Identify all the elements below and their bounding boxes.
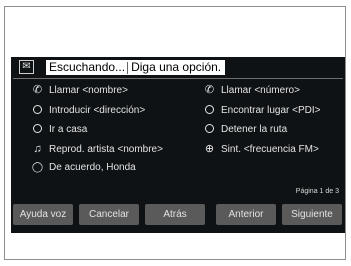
voice-command-screen: ✉ Escuchando... Diga una opción. ✆ Llamar … — [11, 57, 345, 233]
phone-icon: ✆ — [32, 84, 43, 96]
navigation-icon — [203, 102, 216, 118]
navigation-icon — [203, 121, 216, 137]
listening-banner: Escuchando... Diga una opción. — [46, 60, 226, 75]
phone-icon: ✆ — [204, 84, 215, 96]
radio-icon: ⊕ — [204, 143, 215, 155]
next-button[interactable]: Siguiente — [282, 204, 342, 225]
header-divider — [13, 78, 343, 79]
header: ✉ Escuchando... Diga una opción. — [11, 57, 345, 79]
navigation-icon — [31, 121, 44, 137]
command-enter-address[interactable]: Introducir <dirección> — [31, 102, 145, 118]
music-note-icon: ♫ — [33, 143, 42, 155]
navigation-icon — [31, 102, 44, 118]
voice-icon: ◯ — [31, 162, 44, 173]
command-stop-route[interactable]: Detener la ruta — [203, 121, 287, 137]
command-call-name[interactable]: ✆ Llamar <nombre> — [31, 82, 128, 98]
talk-icon: ✉ — [19, 60, 34, 74]
command-go-home[interactable]: Ir a casa — [31, 121, 87, 137]
command-find-place[interactable]: Encontrar lugar <PDI> — [203, 102, 321, 118]
divider — [127, 61, 129, 74]
prompt-text: Diga una opción. — [131, 60, 222, 74]
previous-button[interactable]: Anterior — [216, 204, 276, 225]
voice-help-button[interactable]: Ayuda voz — [13, 204, 73, 225]
command-call-number[interactable]: ✆ Llamar <número> — [203, 82, 300, 98]
back-button[interactable]: Atrás — [145, 204, 205, 225]
page-indicator: Página 1 de 3 — [295, 188, 339, 195]
command-play-artist[interactable]: ♫ Reprod. artista <nombre> — [31, 141, 163, 157]
command-tune-fm[interactable]: ⊕ Sint. <frecuencia FM> — [203, 141, 319, 157]
cancel-button[interactable]: Cancelar — [79, 204, 139, 225]
listening-label: Escuchando... — [49, 60, 126, 74]
command-wake-word[interactable]: ◯ De acuerdo, Honda — [31, 160, 136, 176]
figure-frame: ✉ Escuchando... Diga una opción. ✆ Llamar … — [4, 6, 346, 260]
